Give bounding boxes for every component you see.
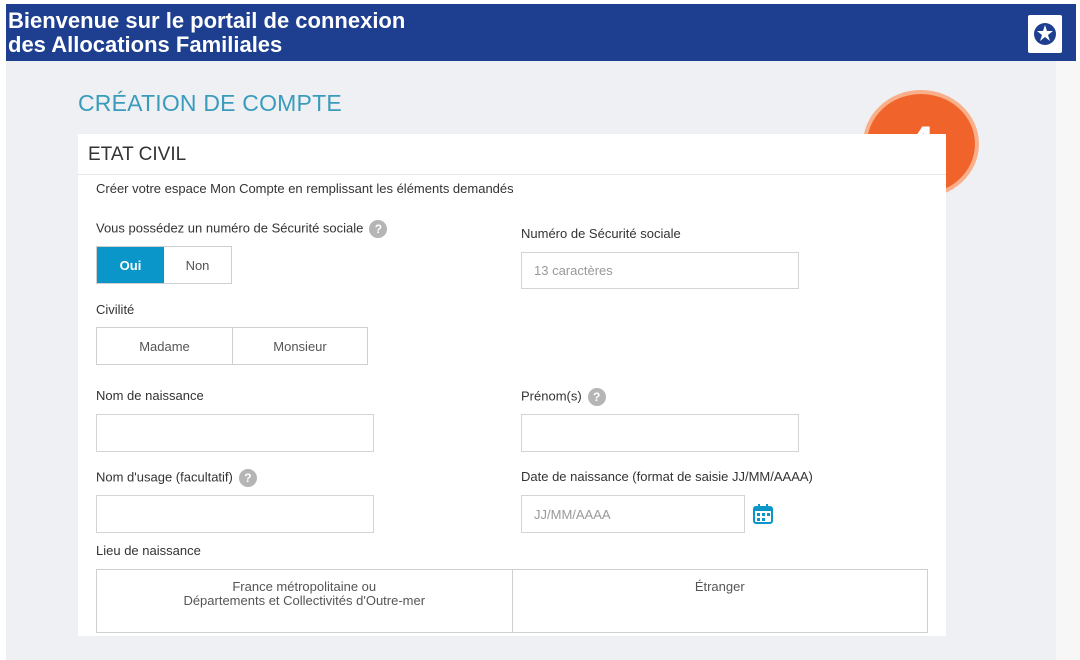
birth-date-input[interactable]: JJ/MM/AAAA <box>521 495 745 533</box>
civility-label: Civilité <box>96 302 135 317</box>
has-ss-number-label-text: Vous possédez un numéro de Sécurité soci… <box>96 220 364 236</box>
birth-name-label: Nom de naissance <box>96 388 204 403</box>
top-banner: Bienvenue sur le portail de connexion de… <box>6 4 1076 61</box>
page-title: CRÉATION DE COMPTE <box>78 90 342 116</box>
monsieur-button[interactable]: Monsieur <box>233 328 367 364</box>
usage-name-input[interactable] <box>96 495 374 533</box>
birth-date-label: Date de naissance (format de saisie JJ/M… <box>521 469 813 484</box>
birth-place-toggle: France métropolitaine ou Départements et… <box>96 569 928 633</box>
birth-place-france-button[interactable]: France métropolitaine ou Départements et… <box>97 570 513 632</box>
first-names-label-text: Prénom(s) <box>521 388 582 404</box>
usage-name-label: Nom d'usage (facultatif)? <box>96 469 257 487</box>
has-ss-number-label: Vous possédez un numéro de Sécurité soci… <box>96 220 388 238</box>
section-intro: Créer votre espace Mon Compte en remplis… <box>96 181 514 196</box>
ss-number-label: Numéro de Sécurité sociale <box>521 226 681 241</box>
first-names-label: Prénom(s)? <box>521 388 606 406</box>
madame-button[interactable]: Madame <box>97 328 233 364</box>
help-icon[interactable]: ? <box>238 469 257 487</box>
birth-place-label: Lieu de naissance <box>96 543 201 558</box>
yes-button[interactable]: Oui <box>97 247 164 283</box>
no-button[interactable]: Non <box>164 247 231 283</box>
portal-title: Bienvenue sur le portail de connexion de… <box>8 9 568 57</box>
first-names-input[interactable] <box>521 414 799 452</box>
birth-place-france-line2: Départements et Collectivités d'Outre-me… <box>183 593 426 608</box>
portal-title-line1: Bienvenue sur le portail de connexion <box>8 8 406 33</box>
etat-civil-card: ETAT CIVIL <box>78 134 946 636</box>
birth-name-input[interactable] <box>96 414 374 452</box>
ss-number-input[interactable]: 13 caractères <box>521 252 799 289</box>
help-icon[interactable]: ? <box>587 388 606 406</box>
caf-logo-icon[interactable] <box>1028 15 1062 53</box>
civility-toggle: Madame Monsieur <box>96 327 368 365</box>
calendar-icon[interactable] <box>752 503 774 525</box>
section-title: ETAT CIVIL <box>88 144 187 165</box>
help-icon[interactable]: ? <box>369 220 388 238</box>
usage-name-label-text: Nom d'usage (facultatif) <box>96 469 233 485</box>
birth-place-france-line1: France métropolitaine ou <box>232 579 377 594</box>
birth-place-abroad-button[interactable]: Étranger <box>513 570 928 632</box>
portal-title-line2: des Allocations Familiales <box>8 32 283 57</box>
has-ss-number-toggle: Oui Non <box>96 246 232 284</box>
page-edge <box>1056 61 1080 660</box>
section-header: ETAT CIVIL <box>78 134 946 175</box>
